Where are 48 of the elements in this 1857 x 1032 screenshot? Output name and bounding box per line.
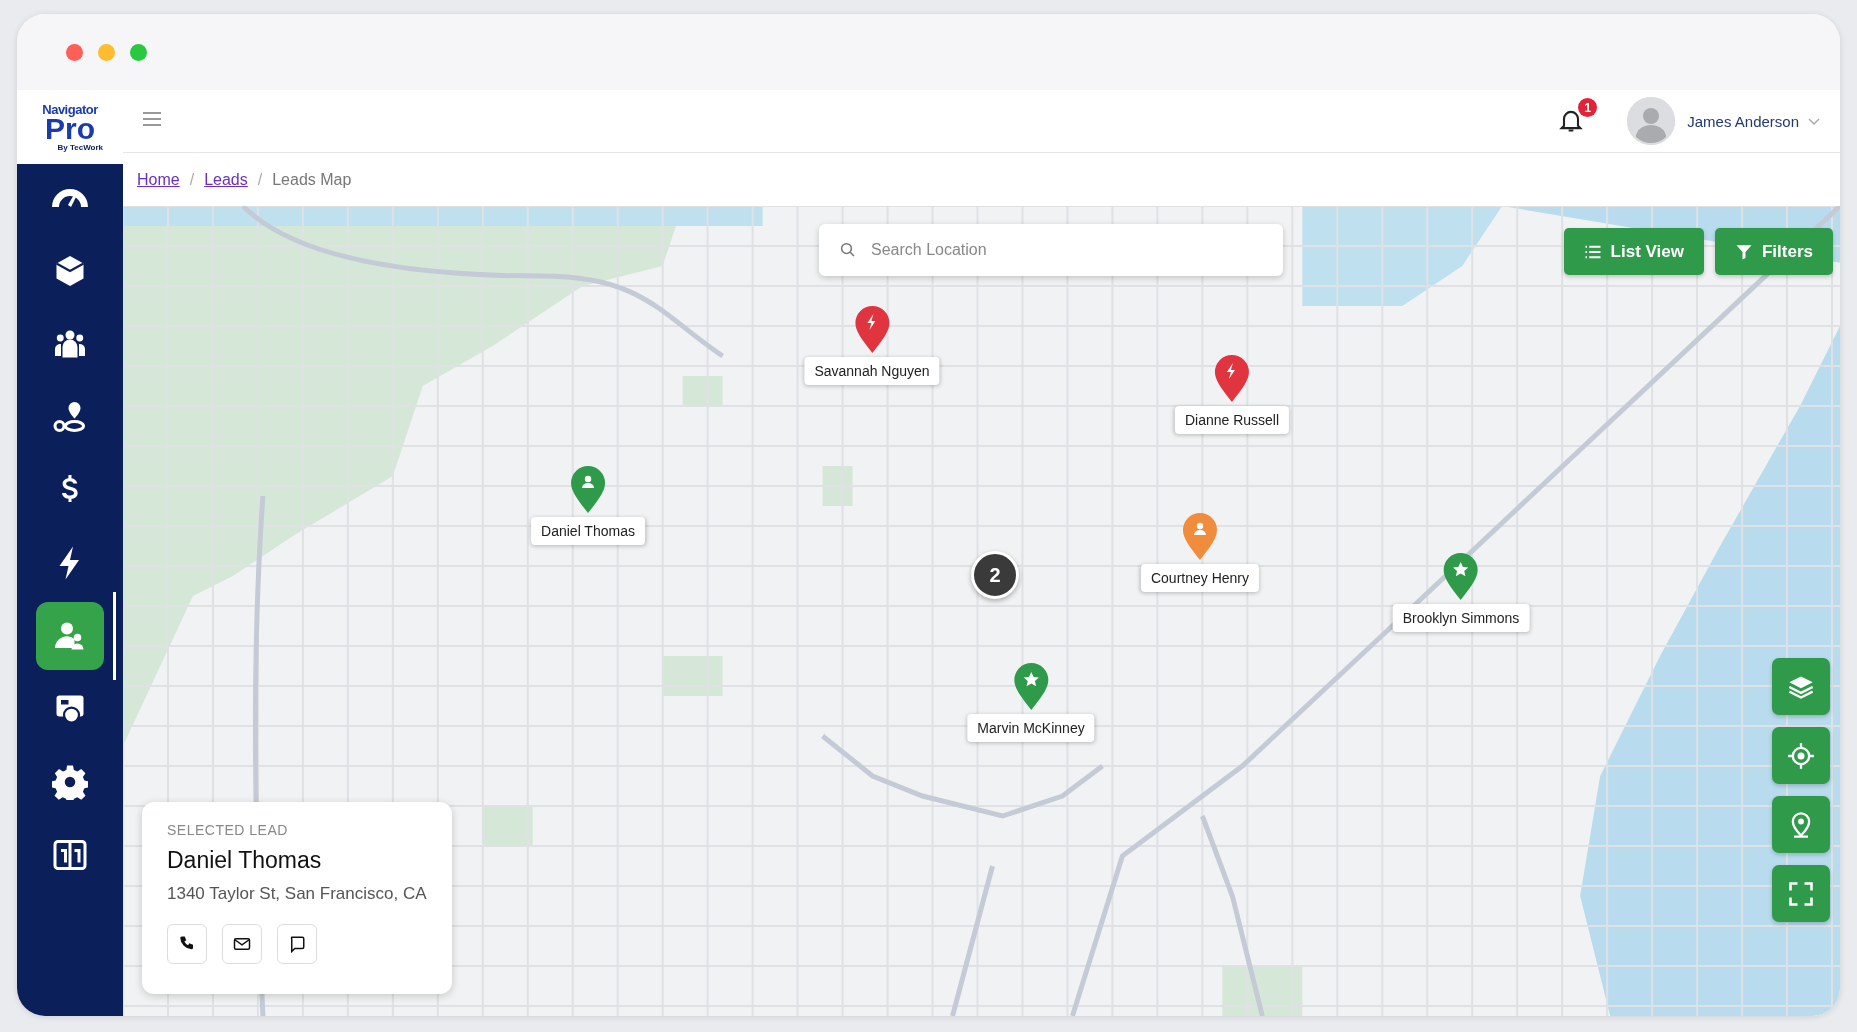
map-tool-button[interactable] (1772, 727, 1830, 784)
map-marker-icon[interactable] (1212, 354, 1252, 404)
maximize-button[interactable] (130, 43, 147, 61)
map-tool-button[interactable] (1772, 796, 1830, 853)
map-view-button[interactable]: List View (1563, 228, 1704, 275)
map-pin-icon (52, 399, 88, 435)
lead-address: 1340 Taylor St, San Francisco, CA (167, 884, 427, 904)
map-marker-icon[interactable] (1011, 662, 1051, 712)
close-button[interactable] (66, 43, 83, 61)
menu-icon[interactable] (143, 112, 161, 126)
breadcrumb-separator: / (257, 170, 263, 189)
card-heading: SELECTED LEAD (167, 822, 288, 838)
book-icon (52, 837, 88, 873)
crosshair-icon (1787, 741, 1815, 770)
lead-name: Daniel Thomas (167, 847, 322, 874)
logo[interactable]: Navigator Pro By TecWork (17, 90, 123, 164)
fullscreen-icon (1787, 879, 1815, 908)
avatar-icon[interactable] (1627, 97, 1676, 145)
map-tool-button[interactable] (1772, 865, 1830, 922)
marker-label[interactable]: Savannah Nguyen (804, 357, 940, 385)
map-tool-button[interactable] (1772, 658, 1830, 715)
notification-badge: 1 (1578, 98, 1598, 117)
user-name[interactable]: James Anderson (1687, 112, 1799, 130)
map-drawing[interactable] (123, 206, 1840, 1016)
message-icon (288, 935, 306, 953)
search-icon (839, 241, 857, 259)
breadcrumb-separator: / (189, 170, 195, 189)
marker-label[interactable]: Marvin McKinney (967, 714, 1095, 742)
email-button[interactable] (222, 924, 262, 964)
breadcrumb-link[interactable]: Leads (204, 170, 248, 189)
breadcrumb-link[interactable]: Home (137, 170, 180, 189)
map-marker-icon[interactable] (1441, 552, 1481, 602)
map-marker-icon[interactable] (568, 465, 608, 515)
breadcrumb-current: Leads Map (272, 170, 352, 189)
map-marker-icon[interactable] (1180, 512, 1220, 562)
marker-label[interactable]: Brooklyn Simmons (1392, 604, 1530, 632)
marker-label[interactable]: Courtney Henry (1141, 564, 1259, 592)
map-view-button[interactable]: Filters (1714, 228, 1833, 275)
map-marker-icon[interactable] (852, 305, 892, 355)
marker-label[interactable]: Dianne Russell (1174, 406, 1290, 434)
settings-icon (52, 764, 88, 800)
marker-label[interactable]: Daniel Thomas (531, 517, 645, 545)
filter-icon (1734, 242, 1753, 261)
message-button[interactable] (277, 924, 317, 964)
call-button[interactable] (167, 924, 207, 964)
chevron-down-icon[interactable] (1808, 118, 1820, 126)
search-field[interactable]: Search Location (819, 224, 1283, 276)
mail-icon (233, 935, 251, 953)
